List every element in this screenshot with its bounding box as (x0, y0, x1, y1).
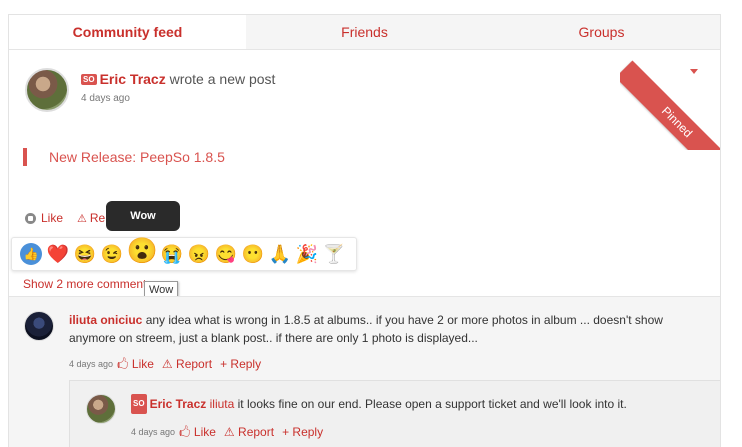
comment-text: any idea what is wrong in 1.8.5 at album… (69, 313, 663, 345)
warning-icon: ⚠ (77, 212, 87, 225)
post-meta: SO Eric Tracz wrote a new post 4 days ago (81, 71, 275, 112)
reply-item: SO Eric Tracz iliuta it looks fine on our… (86, 394, 720, 441)
reply-thread: SO Eric Tracz iliuta it looks fine on our… (69, 380, 720, 447)
reaction-haha-icon[interactable]: 😆 (74, 243, 96, 265)
activity-card: Community feed Friends Groups Pinned SO E… (8, 14, 721, 447)
reactions-picker: 👍 ❤️ 😆 😉 😮 😭 😠 😋 😶 🙏 🎉 🍸 (11, 237, 357, 271)
reply-text: it looks fine on our end. Please open a … (237, 397, 627, 411)
reply-report-button[interactable]: ⚠ Report (224, 423, 274, 441)
comment-actions: 4 days ago 🖒 Like ⚠ Report + Reply (69, 355, 689, 373)
reaction-speechless-icon[interactable]: 😶 (242, 243, 264, 265)
comment-body: iliuta oniciuc any idea what is wrong in… (69, 311, 689, 373)
post-author-name[interactable]: Eric Tracz (100, 71, 166, 87)
reply-like-label: Like (193, 425, 216, 439)
like-label: Like (41, 211, 64, 225)
reaction-like-icon[interactable]: 👍 (20, 243, 42, 265)
reaction-cocktail-icon[interactable]: 🍸 (323, 243, 345, 265)
reply-reply-label: Reply (292, 425, 324, 439)
peepso-badge-icon: SO (131, 394, 147, 414)
pinned-ribbon: Pinned (620, 60, 720, 150)
commenter-avatar[interactable] (24, 311, 54, 341)
reply-timestamp: 4 days ago (131, 427, 176, 437)
reaction-pray-icon[interactable]: 🙏 (269, 243, 291, 265)
author-avatar[interactable] (25, 68, 69, 112)
reply-actions: 4 days ago 🖒 Like ⚠ Report + Reply (131, 423, 691, 441)
reply-body: SO Eric Tracz iliuta it looks fine on our… (131, 394, 691, 441)
reaction-love-icon[interactable]: ❤️ (47, 243, 69, 265)
comment-report-label: Report (176, 357, 213, 371)
tab-community-feed[interactable]: Community feed (9, 15, 246, 49)
peepso-badge-icon: SO (81, 74, 97, 85)
comment-author[interactable]: iliuta oniciuc (69, 313, 142, 327)
comment-report-button[interactable]: ⚠ Report (162, 355, 212, 373)
comment-like-button[interactable]: 🖒 Like (117, 355, 154, 373)
reply-mention[interactable]: iliuta (210, 397, 235, 411)
tab-friends[interactable]: Friends (246, 15, 483, 49)
feed-tabs: Community feed Friends Groups (9, 15, 720, 50)
thumbs-up-icon: 🖒 (179, 425, 191, 439)
comments-section: iliuta oniciuc any idea what is wrong in… (9, 296, 720, 447)
show-more-comments-link[interactable]: Show 2 more comments (23, 277, 152, 291)
warning-icon: ⚠ (223, 425, 235, 439)
reply-like-button[interactable]: 🖒 Like (179, 423, 216, 441)
reaction-name-tooltip: Wow (106, 201, 180, 231)
tab-groups[interactable]: Groups (483, 15, 720, 49)
thumbs-up-icon (25, 212, 36, 224)
thumbs-up-icon: 🖒 (117, 357, 129, 371)
plus-icon: + (282, 425, 290, 439)
post-options-chevron-icon[interactable] (690, 69, 698, 74)
like-button[interactable]: Like (25, 211, 63, 225)
reaction-wow-icon[interactable]: 😮 (126, 237, 157, 265)
plus-icon: + (220, 357, 228, 371)
warning-icon: ⚠ (161, 357, 173, 371)
comment-item: iliuta oniciuc any idea what is wrong in… (24, 311, 704, 373)
reaction-yum-icon[interactable]: 😋 (215, 243, 237, 265)
reaction-party-icon[interactable]: 🎉 (296, 243, 318, 265)
comment-reply-label: Reply (230, 357, 262, 371)
comment-timestamp: 4 days ago (69, 359, 114, 369)
reaction-cry-icon[interactable]: 😭 (161, 243, 183, 265)
reaction-wink-icon[interactable]: 😉 (101, 243, 123, 265)
post-timestamp[interactable]: 4 days ago (81, 93, 275, 104)
comment-reply-button[interactable]: + Reply (220, 355, 261, 373)
comment-like-label: Like (131, 357, 154, 371)
post-header: SO Eric Tracz wrote a new post 4 days ago (25, 68, 275, 112)
reply-reply-button[interactable]: + Reply (282, 423, 323, 441)
post-action-text: wrote a new post (169, 71, 276, 87)
pinned-ribbon-wrap: Pinned (620, 50, 720, 150)
post-quote: New Release: PeepSo 1.8.5 (23, 148, 225, 166)
post-author-line: SO Eric Tracz wrote a new post (81, 71, 275, 87)
reply-author[interactable]: Eric Tracz (150, 397, 207, 411)
reply-author-avatar[interactable] (86, 394, 116, 424)
reaction-angry-icon[interactable]: 😠 (188, 243, 210, 265)
reply-report-label: Report (238, 425, 275, 439)
